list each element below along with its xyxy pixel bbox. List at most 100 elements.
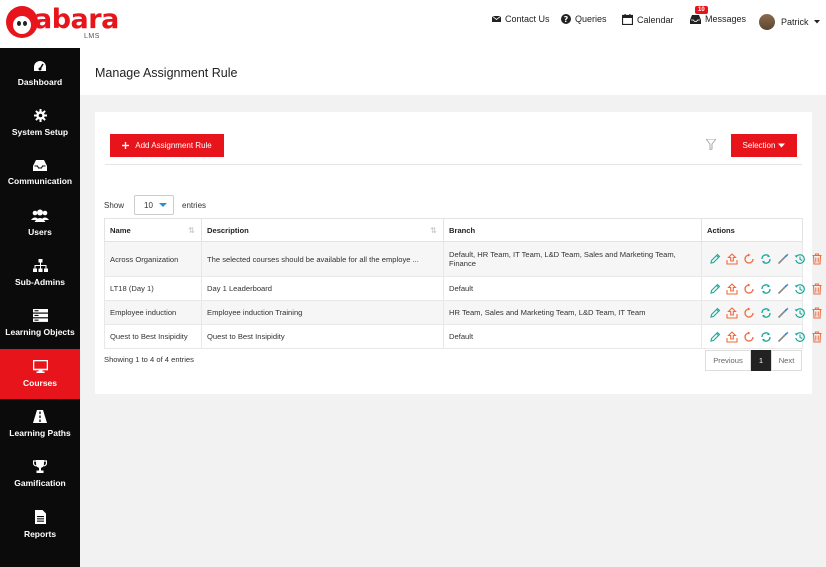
magic-wand-icon[interactable] xyxy=(777,253,789,265)
calendar-link[interactable]: Calendar xyxy=(622,14,674,25)
assign-upload-icon[interactable] xyxy=(726,330,738,343)
edit-pencil-icon[interactable] xyxy=(709,307,721,319)
history-icon[interactable] xyxy=(794,253,806,265)
entries-length-control: Show 10 entries xyxy=(104,195,206,215)
sidebar-item-courses[interactable]: Courses xyxy=(0,349,80,399)
messages-label: Messages xyxy=(705,14,747,24)
page-title: Manage Assignment Rule xyxy=(95,66,238,80)
cell-description: Day 1 Leaderboard xyxy=(201,276,444,301)
pagination-previous[interactable]: Previous xyxy=(705,350,751,371)
sitemap-icon xyxy=(32,259,48,272)
top-header: abara LMS Contact Us ? Queries Calendar … xyxy=(0,0,826,48)
filter-icon[interactable] xyxy=(706,139,716,150)
refresh-icon[interactable] xyxy=(743,307,755,319)
sidebar-item-learning-objects[interactable]: Learning Objects xyxy=(0,298,80,348)
add-assignment-rule-label: Add Assignment Rule xyxy=(135,141,212,150)
sidebar-item-label: Dashboard xyxy=(17,76,63,87)
history-icon[interactable] xyxy=(794,283,806,295)
cell-description: Quest to Best Insipidity xyxy=(201,324,444,349)
delete-trash-icon[interactable] xyxy=(811,330,823,343)
sort-icon: ⇅ xyxy=(188,226,195,235)
cell-actions xyxy=(701,241,822,277)
history-icon[interactable] xyxy=(794,307,806,319)
sync-icon[interactable] xyxy=(760,283,772,295)
delete-trash-icon[interactable] xyxy=(811,282,823,295)
sort-icon: ⇅ xyxy=(430,226,437,235)
column-header-description[interactable]: Description ⇅ xyxy=(201,218,444,242)
edit-pencil-icon[interactable] xyxy=(709,283,721,295)
column-header-branch[interactable]: Branch xyxy=(443,218,702,242)
abara-logo[interactable]: abara LMS xyxy=(6,4,119,44)
delete-trash-icon[interactable] xyxy=(811,253,823,265)
caret-down-icon xyxy=(813,20,820,24)
calendar-label: Calendar xyxy=(637,14,674,25)
cell-name: Employee induction xyxy=(104,300,202,325)
show-label: Show xyxy=(104,200,125,210)
assign-upload-icon[interactable] xyxy=(726,282,738,295)
selection-label: Selection xyxy=(742,141,776,150)
table-info: Showing 1 to 4 of 4 entries xyxy=(104,355,194,364)
sidebar-item-users[interactable]: Users xyxy=(0,198,80,248)
cell-branch: Default xyxy=(443,276,702,301)
pagination-next[interactable]: Next xyxy=(771,350,802,371)
cell-actions xyxy=(701,324,822,349)
messages-link[interactable]: 10 Messages xyxy=(690,6,747,24)
history-icon[interactable] xyxy=(794,331,806,343)
delete-trash-icon[interactable] xyxy=(811,306,823,319)
refresh-icon[interactable] xyxy=(743,283,755,295)
sidebar-item-dashboard[interactable]: Dashboard xyxy=(0,48,80,98)
assign-upload-icon[interactable] xyxy=(726,306,738,319)
entries-select-value: 10 xyxy=(144,200,153,210)
user-menu[interactable]: Patrick xyxy=(759,14,825,30)
cell-actions xyxy=(701,300,822,325)
sidebar-item-system-setup[interactable]: System Setup xyxy=(0,98,80,148)
queries-link[interactable]: ? Queries xyxy=(561,14,607,24)
pagination: Previous 1 Next xyxy=(705,350,802,371)
entries-label: entries xyxy=(182,200,207,210)
sync-icon[interactable] xyxy=(760,253,772,265)
edit-pencil-icon[interactable] xyxy=(709,331,721,343)
sync-icon[interactable] xyxy=(760,307,772,319)
refresh-icon[interactable] xyxy=(743,253,755,265)
cell-description: Employee induction Training xyxy=(201,300,444,325)
magic-wand-icon[interactable] xyxy=(777,330,789,343)
contact-us-link[interactable]: Contact Us xyxy=(492,14,550,24)
refresh-icon[interactable] xyxy=(743,331,755,343)
add-assignment-rule-button[interactable]: Add Assignment Rule xyxy=(110,134,224,157)
edit-pencil-icon[interactable] xyxy=(709,253,721,265)
cell-name: Across Organization xyxy=(104,241,202,277)
inbox-icon xyxy=(33,160,47,171)
sidebar-item-learning-paths[interactable]: Learning Paths xyxy=(0,399,80,449)
sidebar-item-label: Learning Objects xyxy=(5,327,75,337)
gear-icon xyxy=(33,109,47,122)
cell-branch: Default xyxy=(443,324,702,349)
pagination-page-1[interactable]: 1 xyxy=(751,350,771,371)
entries-select[interactable]: 10 xyxy=(134,195,175,215)
sidebar-item-sub-admins[interactable]: Sub-Admins xyxy=(0,248,80,298)
envelope-icon xyxy=(492,15,501,22)
divider xyxy=(105,164,802,165)
column-header-name[interactable]: Name ⇅ xyxy=(104,218,202,242)
selection-dropdown-button[interactable]: Selection xyxy=(731,134,797,157)
road-icon xyxy=(33,410,47,423)
queries-label: Queries xyxy=(575,14,607,24)
sidebar-item-communication[interactable]: Communication xyxy=(0,148,80,198)
column-header-actions: Actions xyxy=(701,218,803,242)
monitor-icon xyxy=(32,360,48,373)
assignment-rule-card: Add Assignment Rule Selection Show 10 en… xyxy=(95,112,822,394)
cell-branch: Default, HR Team, IT Team, L&D Team, Sal… xyxy=(443,241,702,277)
magic-wand-icon[interactable] xyxy=(777,306,789,319)
sidebar-item-label: Communication xyxy=(7,176,73,186)
assignment-rules-table: Name ⇅ Description ⇅ Branch Actions Across… xyxy=(104,218,822,349)
sidebar-item-label: Reports xyxy=(23,528,57,539)
sidebar-item-gamification[interactable]: Gamification xyxy=(0,449,80,499)
logo-text: abara xyxy=(34,4,119,35)
sidebar-item-reports[interactable]: Reports xyxy=(0,499,80,549)
page-header: Manage Assignment Rule xyxy=(80,48,826,95)
messages-badge: 10 xyxy=(695,6,708,14)
magic-wand-icon[interactable] xyxy=(777,282,789,295)
sync-icon[interactable] xyxy=(760,331,772,343)
sidebar-item-label: Sub-Admins xyxy=(14,277,66,287)
dashboard-icon xyxy=(34,60,46,71)
assign-upload-icon[interactable] xyxy=(726,253,738,265)
